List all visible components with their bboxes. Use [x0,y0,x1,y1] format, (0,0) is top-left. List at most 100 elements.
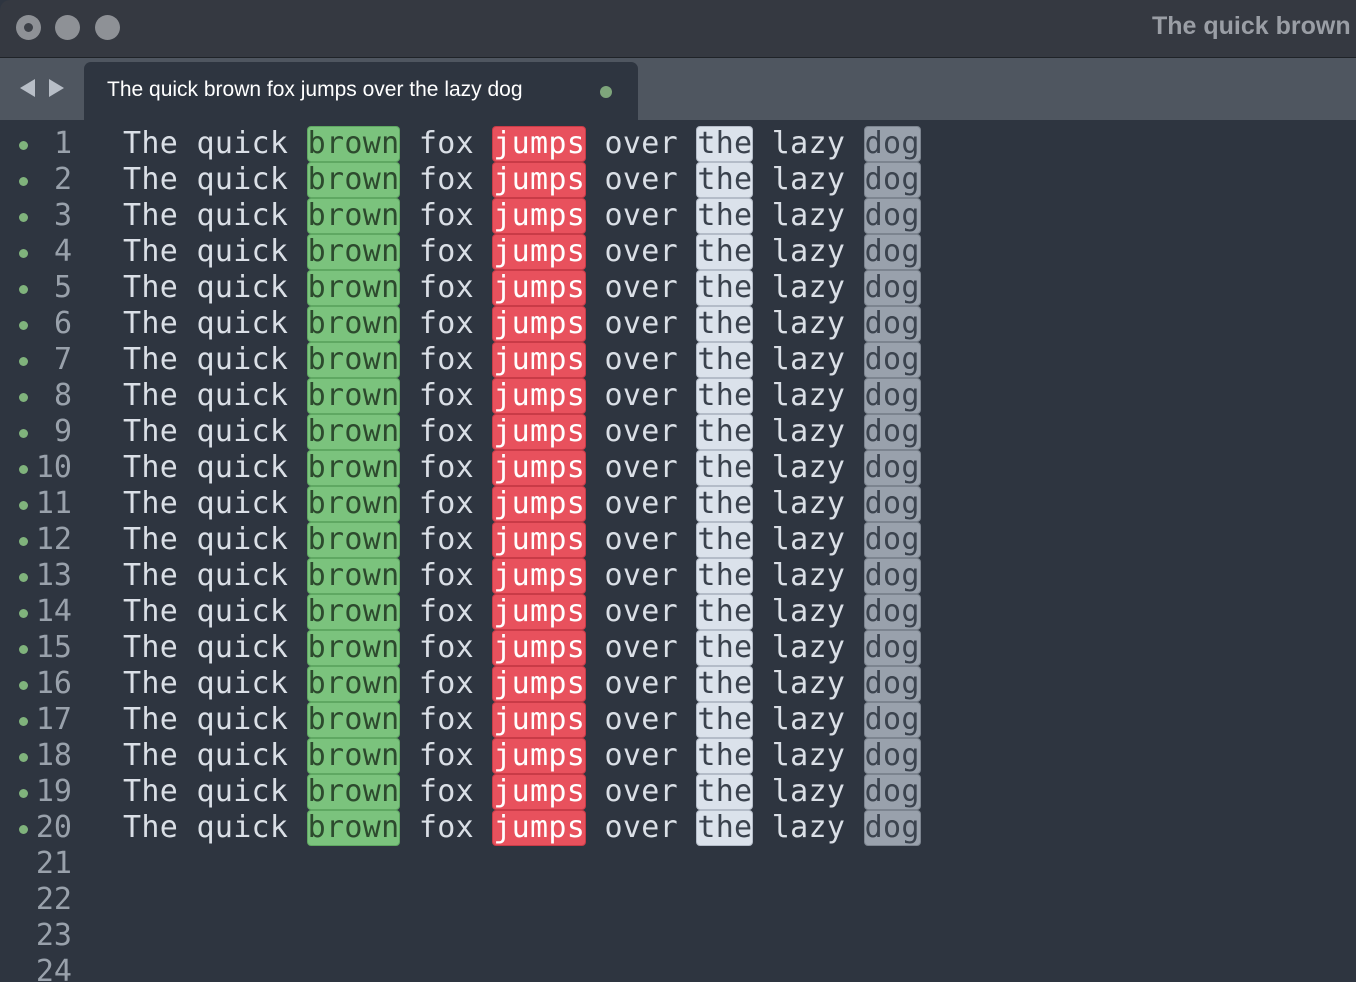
line-number: 5 [53,270,72,305]
line-text[interactable]: The quick brown fox jumps over the lazy … [123,774,921,810]
highlighted-word-dog: dog [863,198,921,234]
line-text[interactable]: The quick brown fox jumps over the lazy … [123,486,921,522]
word: quick [196,126,289,161]
word: over [604,378,678,413]
editor-line[interactable]: 7 The quick brown fox jumps over the lazy… [0,340,1356,378]
editor-line[interactable]: 24 [0,952,1356,982]
line-text[interactable]: The quick brown fox jumps over the lazy … [123,306,921,342]
title-bar[interactable]: The quick brown [0,0,1356,58]
word: The [123,810,179,845]
editor-line[interactable]: 18 The quick brown fox jumps over the laz… [0,736,1356,774]
line-text[interactable]: The quick brown fox jumps over the lazy … [123,810,921,846]
line-text[interactable]: The quick brown fox jumps over the lazy … [123,234,921,270]
editor-line[interactable]: 8 The quick brown fox jumps over the lazy… [0,376,1356,414]
editor-line[interactable]: 12 The quick brown fox jumps over the laz… [0,520,1356,558]
highlighted-word-brown: brown [306,198,401,234]
close-window-button[interactable] [16,15,41,40]
highlighted-word-the: the [696,198,754,234]
tab-active-file[interactable]: The quick brown fox jumps over the lazy … [84,62,638,120]
line-text[interactable]: The quick brown fox jumps over the lazy … [123,378,921,414]
word: quick [196,198,289,233]
highlighted-word-dog: dog [863,810,921,846]
editor-line[interactable]: 15 The quick brown fox jumps over the laz… [0,628,1356,666]
word: The [123,342,179,377]
word: over [604,270,678,305]
line-text[interactable]: The quick brown fox jumps over the lazy … [123,522,921,558]
word: The [123,774,179,809]
word: quick [196,162,289,197]
editor-line[interactable]: 1 The quick brown fox jumps over the lazy… [0,124,1356,162]
word: lazy [771,378,846,413]
editor-line[interactable]: 19 The quick brown fox jumps over the laz… [0,772,1356,810]
forward-arrow-icon[interactable] [49,79,64,97]
line-text[interactable]: The quick brown fox jumps over the lazy … [123,450,921,486]
back-arrow-icon[interactable] [20,79,35,97]
editor-line[interactable]: 23 [0,916,1356,953]
editor-line[interactable]: 3 The quick brown fox jumps over the lazy… [0,196,1356,234]
minimize-window-button[interactable] [55,15,80,40]
highlighted-word-the: the [696,630,754,666]
highlighted-word-dog: dog [863,666,921,702]
line-text[interactable]: The quick brown fox jumps over the lazy … [123,594,921,630]
editor-line[interactable]: 13 The quick brown fox jumps over the laz… [0,556,1356,594]
editor-line[interactable]: 14 The quick brown fox jumps over the laz… [0,592,1356,630]
line-number: 23 [35,918,72,953]
highlighted-word-dog: dog [863,702,921,738]
highlighted-word-jumps: jumps [492,414,587,450]
unsaved-changes-dot-icon[interactable] [600,86,612,98]
editor-line[interactable]: 4 The quick brown fox jumps over the lazy… [0,232,1356,270]
word: lazy [771,414,846,449]
word: The [123,162,179,197]
line-text[interactable]: The quick brown fox jumps over the lazy … [123,738,921,774]
editor-line[interactable]: 9 The quick brown fox jumps over the lazy… [0,412,1356,450]
highlighted-word-brown: brown [306,450,401,486]
highlighted-word-brown: brown [306,774,401,810]
word: The [123,522,179,557]
line-number: 4 [53,234,72,269]
editor-line[interactable]: 2 The quick brown fox jumps over the lazy… [0,160,1356,198]
highlighted-word-brown: brown [306,702,401,738]
editor-line[interactable]: 6 The quick brown fox jumps over the lazy… [0,304,1356,342]
zoom-window-button[interactable] [95,15,120,40]
line-text[interactable]: The quick brown fox jumps over the lazy … [123,702,921,738]
word: fox [418,486,474,521]
line-text[interactable]: The quick brown fox jumps over the lazy … [123,666,921,702]
word: lazy [771,558,846,593]
line-text[interactable]: The quick brown fox jumps over the lazy … [123,162,921,198]
word: fox [418,558,474,593]
editor-line[interactable]: 17 The quick brown fox jumps over the laz… [0,700,1356,738]
highlighted-word-jumps: jumps [492,594,587,630]
word: The [123,666,179,701]
word: fox [418,414,474,449]
highlighted-word-the: the [696,594,754,630]
word: lazy [771,594,846,629]
word: lazy [771,126,846,161]
line-text[interactable]: The quick brown fox jumps over the lazy … [123,198,921,234]
highlighted-word-the: the [696,774,754,810]
word: fox [418,522,474,557]
line-text[interactable]: The quick brown fox jumps over the lazy … [123,342,921,378]
line-text[interactable]: The quick brown fox jumps over the lazy … [123,630,921,666]
word: quick [196,486,289,521]
highlighted-word-dog: dog [863,558,921,594]
editor-line[interactable]: 5 The quick brown fox jumps over the lazy… [0,268,1356,306]
word: quick [196,234,289,269]
editor-line[interactable]: 20 The quick brown fox jumps over the laz… [0,808,1356,846]
text-editor[interactable]: 1 The quick brown fox jumps over the lazy… [0,120,1356,982]
editor-line[interactable]: 11 The quick brown fox jumps over the laz… [0,484,1356,522]
line-number: 9 [53,414,72,449]
line-text[interactable]: The quick brown fox jumps over the lazy … [123,414,921,450]
editor-line[interactable]: 16 The quick brown fox jumps over the laz… [0,664,1356,702]
word: The [123,486,179,521]
line-text[interactable]: The quick brown fox jumps over the lazy … [123,558,921,594]
word: over [604,234,678,269]
highlighted-word-dog: dog [863,378,921,414]
highlighted-word-dog: dog [863,738,921,774]
line-text[interactable]: The quick brown fox jumps over the lazy … [123,126,921,162]
editor-line[interactable]: 10 The quick brown fox jumps over the laz… [0,448,1356,486]
editor-line[interactable]: 21 [0,844,1356,881]
window-title: The quick brown [1152,12,1351,40]
highlighted-word-brown: brown [306,666,401,702]
editor-line[interactable]: 22 [0,880,1356,917]
line-text[interactable]: The quick brown fox jumps over the lazy … [123,270,921,306]
